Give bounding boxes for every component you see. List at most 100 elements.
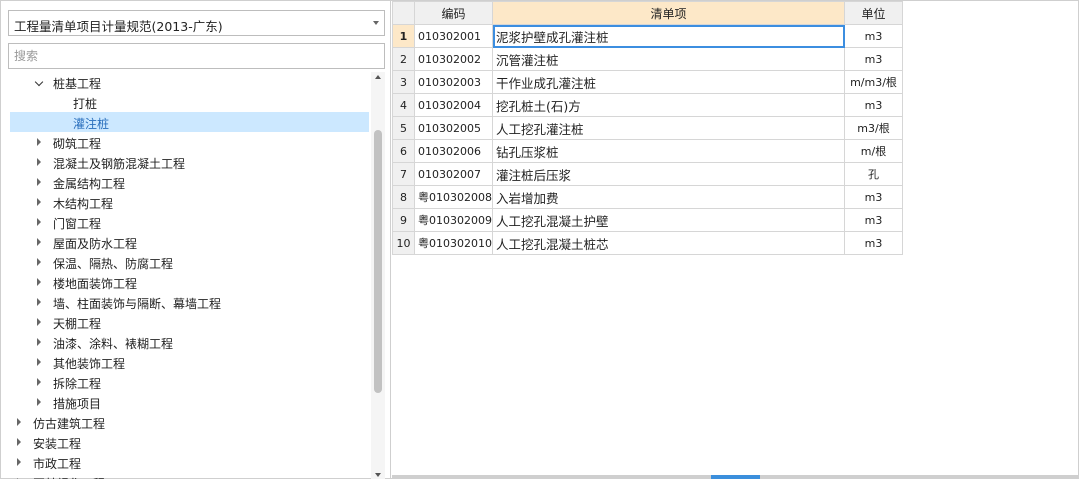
- collapse-arrow-icon[interactable]: [37, 158, 41, 166]
- table-row[interactable]: 4 010302004 挖孔桩土(石)方 m3: [392, 93, 903, 117]
- tree-item[interactable]: 楼地面装饰工程: [10, 272, 369, 292]
- table-row[interactable]: 6 010302006 钻孔压浆桩 m/根: [392, 139, 903, 163]
- table-row[interactable]: 9 粤010302009 人工挖孔混凝土护壁 m3: [392, 208, 903, 232]
- row-number[interactable]: 7: [392, 162, 415, 186]
- row-number[interactable]: 9: [392, 208, 415, 232]
- code-cell[interactable]: 010302004: [414, 93, 493, 117]
- row-number[interactable]: 8: [392, 185, 415, 209]
- name-cell[interactable]: 泥浆护壁成孔灌注桩: [492, 24, 845, 48]
- name-cell[interactable]: 沉管灌注桩: [492, 47, 845, 71]
- name-cell[interactable]: 钻孔压浆桩: [492, 139, 845, 163]
- code-cell[interactable]: 010302003: [414, 70, 493, 94]
- collapse-arrow-icon[interactable]: [37, 138, 41, 146]
- code-cell[interactable]: 010302005: [414, 116, 493, 140]
- name-cell[interactable]: 灌注桩后压浆: [492, 162, 845, 186]
- collapse-arrow-icon[interactable]: [37, 198, 41, 206]
- splitter-bar[interactable]: [392, 475, 1078, 479]
- table-row[interactable]: 5 010302005 人工挖孔灌注桩 m3/根: [392, 116, 903, 140]
- table-row[interactable]: 2 010302002 沉管灌注桩 m3: [392, 47, 903, 71]
- name-cell[interactable]: 人工挖孔灌注桩: [492, 116, 845, 140]
- tree-item[interactable]: 天棚工程: [10, 312, 369, 332]
- collapse-arrow-icon[interactable]: [17, 418, 21, 426]
- tree-item[interactable]: 金属结构工程: [10, 172, 369, 192]
- unit-cell[interactable]: m3: [844, 93, 903, 117]
- collapse-arrow-icon[interactable]: [37, 378, 41, 386]
- tree-item[interactable]: 园林绿化工程: [10, 472, 369, 479]
- row-number[interactable]: 6: [392, 139, 415, 163]
- tree-item[interactable]: 打桩: [10, 92, 369, 112]
- search-input[interactable]: [8, 43, 385, 69]
- scroll-thumb[interactable]: [374, 130, 382, 393]
- unit-cell[interactable]: m3: [844, 185, 903, 209]
- collapse-arrow-icon[interactable]: [37, 298, 41, 306]
- code-cell[interactable]: 010302002: [414, 47, 493, 71]
- collapse-arrow-icon[interactable]: [17, 458, 21, 466]
- name-cell[interactable]: 入岩增加费: [492, 185, 845, 209]
- row-number[interactable]: 3: [392, 70, 415, 94]
- column-header-code[interactable]: 编码: [414, 1, 493, 25]
- tree-item[interactable]: 拆除工程: [10, 372, 369, 392]
- tree-item[interactable]: 保温、隔热、防腐工程: [10, 252, 369, 272]
- table-row[interactable]: 1 010302001 泥浆护壁成孔灌注桩 m3: [392, 24, 903, 48]
- table-row[interactable]: 8 粤010302008 入岩增加费 m3: [392, 185, 903, 209]
- tree-item[interactable]: 墙、柱面装饰与隔断、幕墙工程: [10, 292, 369, 312]
- expand-arrow-icon[interactable]: [34, 77, 44, 87]
- unit-cell[interactable]: m/根: [844, 139, 903, 163]
- collapse-arrow-icon[interactable]: [37, 218, 41, 226]
- collapse-arrow-icon[interactable]: [37, 258, 41, 266]
- tree-item[interactable]: 措施项目: [10, 392, 369, 412]
- name-cell[interactable]: 干作业成孔灌注桩: [492, 70, 845, 94]
- tree-item[interactable]: 混凝土及钢筋混凝土工程: [10, 152, 369, 172]
- tree-item[interactable]: 门窗工程: [10, 212, 369, 232]
- spec-dropdown[interactable]: 工程量清单项目计量规范(2013-广东): [8, 10, 385, 36]
- collapse-arrow-icon[interactable]: [37, 178, 41, 186]
- row-number[interactable]: 4: [392, 93, 415, 117]
- column-header-unit[interactable]: 单位: [844, 1, 903, 25]
- tree-item[interactable]: 安装工程: [10, 432, 369, 452]
- tree-scrollbar[interactable]: [371, 72, 385, 479]
- unit-cell[interactable]: m/m3/根: [844, 70, 903, 94]
- tree-item[interactable]: 砌筑工程: [10, 132, 369, 152]
- collapse-arrow-icon[interactable]: [37, 238, 41, 246]
- row-number[interactable]: 1: [392, 24, 415, 48]
- code-cell[interactable]: 粤010302010: [414, 231, 493, 255]
- code-cell[interactable]: 粤010302009: [414, 208, 493, 232]
- collapse-arrow-icon[interactable]: [17, 438, 21, 446]
- tree-item[interactable]: 木结构工程: [10, 192, 369, 212]
- name-cell[interactable]: 人工挖孔混凝土桩芯: [492, 231, 845, 255]
- table-row[interactable]: 3 010302003 干作业成孔灌注桩 m/m3/根: [392, 70, 903, 94]
- unit-cell[interactable]: 孔: [844, 162, 903, 186]
- tree-item[interactable]: 灌注桩: [10, 112, 369, 132]
- row-number[interactable]: 2: [392, 47, 415, 71]
- tree-item[interactable]: 其他装饰工程: [10, 352, 369, 372]
- name-cell[interactable]: 人工挖孔混凝土护壁: [492, 208, 845, 232]
- splitter-grip[interactable]: [711, 475, 760, 479]
- code-cell[interactable]: 010302006: [414, 139, 493, 163]
- table-row[interactable]: 10 粤010302010 人工挖孔混凝土桩芯 m3: [392, 231, 903, 255]
- code-cell[interactable]: 010302007: [414, 162, 493, 186]
- unit-cell[interactable]: m3: [844, 24, 903, 48]
- collapse-arrow-icon[interactable]: [37, 338, 41, 346]
- unit-cell[interactable]: m3: [844, 208, 903, 232]
- unit-cell[interactable]: m3: [844, 231, 903, 255]
- tree-item[interactable]: 仿古建筑工程: [10, 412, 369, 432]
- code-cell[interactable]: 010302001: [414, 24, 493, 48]
- collapse-arrow-icon[interactable]: [37, 278, 41, 286]
- code-cell[interactable]: 粤010302008: [414, 185, 493, 209]
- table-row[interactable]: 7 010302007 灌注桩后压浆孔: [392, 162, 903, 186]
- tree-item[interactable]: 桩基工程: [10, 72, 369, 92]
- tree-item[interactable]: 屋面及防水工程: [10, 232, 369, 252]
- column-header-name[interactable]: 清单项: [492, 1, 845, 25]
- name-cell[interactable]: 挖孔桩土(石)方: [492, 93, 845, 117]
- row-number[interactable]: 5: [392, 116, 415, 140]
- collapse-arrow-icon[interactable]: [37, 318, 41, 326]
- chevron-down-icon[interactable]: [373, 21, 379, 25]
- collapse-arrow-icon[interactable]: [37, 358, 41, 366]
- scroll-up-icon[interactable]: [375, 75, 381, 79]
- tree-item[interactable]: 油漆、涂料、裱糊工程: [10, 332, 369, 352]
- unit-cell[interactable]: m3/根: [844, 116, 903, 140]
- scroll-down-icon[interactable]: [375, 473, 381, 477]
- collapse-arrow-icon[interactable]: [37, 398, 41, 406]
- tree-item[interactable]: 市政工程: [10, 452, 369, 472]
- corner-cell[interactable]: [392, 1, 415, 25]
